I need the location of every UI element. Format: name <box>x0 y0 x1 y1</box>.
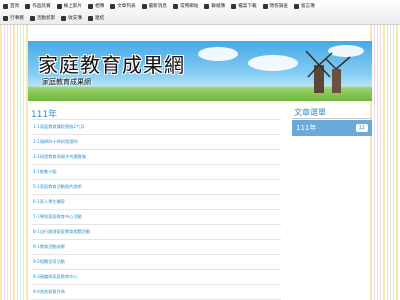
sidebar-item-111[interactable]: 111年 12 <box>292 120 372 136</box>
divider <box>292 118 372 119</box>
list-icon <box>110 3 116 9</box>
list-item[interactable]: 5-1家庭教育活動照片說明 <box>31 180 281 195</box>
comment-icon <box>293 3 299 9</box>
calendar-icon <box>3 15 8 21</box>
nav-label: 文章列表 <box>117 4 136 9</box>
sidebar-item-label: 111年 <box>296 124 317 132</box>
nav-label: 最新消息 <box>148 4 167 9</box>
nav-item-guestbook[interactable]: 留言簿 <box>291 0 318 12</box>
nav-label: 連結 <box>94 16 105 21</box>
nav-item-download[interactable]: 檔案下載 <box>228 0 259 12</box>
sidebar-title: 文章選單 <box>294 108 326 117</box>
cloud <box>248 55 298 71</box>
nav-label: 活動剪影 <box>36 16 56 21</box>
nav-label: 聯絡簿 <box>211 4 226 9</box>
nav-item-activity[interactable]: 活動剪影 <box>27 12 58 24</box>
list-item[interactable]: 2-1親師四十時研習證明 <box>31 135 281 150</box>
nav-row-2: 行事曆 活動剪影 收支簿 連結 <box>0 12 107 24</box>
nav-item-links[interactable]: 常用網站 <box>170 0 201 12</box>
nav-item-link[interactable]: 連結 <box>85 12 107 24</box>
nav-label: 留言簿 <box>300 4 315 9</box>
question-icon <box>262 3 268 9</box>
nav-label: 檔案下載 <box>238 4 257 9</box>
news-icon <box>141 3 147 9</box>
camera-icon <box>29 15 35 21</box>
list-item[interactable]: 9-3親職與家庭教育中心 <box>31 270 281 285</box>
nav-item-articles[interactable]: 文章列表 <box>107 0 138 12</box>
list-item[interactable]: 8-1自行辦理家庭教育相關活動 <box>31 225 281 240</box>
nav-item-calendar[interactable]: 行事曆 <box>0 12 27 24</box>
nav-label: 常用網站 <box>179 4 199 9</box>
banner: 家庭教育成果網 家庭教育成果網 <box>28 41 372 101</box>
image-icon <box>25 3 31 9</box>
nav-label: 行事曆 <box>10 16 24 21</box>
list-item[interactable]: 7-1學校家庭教育中心活動 <box>31 210 281 225</box>
nav-label: 問卷調查 <box>269 4 288 9</box>
video-icon <box>56 3 62 9</box>
nav-label: 相簿 <box>94 4 105 9</box>
nav-item-news[interactable]: 最新消息 <box>139 0 170 12</box>
decorative-stripes-right <box>370 25 400 300</box>
nav-item-gallery[interactable]: 作品欣賞 <box>22 0 53 12</box>
count-badge: 12 <box>355 124 368 132</box>
post-list: 1-1家庭教育課程實施2六月 2-1親師四十時研習證明 3-1研習教育與親子共讀… <box>31 119 281 300</box>
banner-title: 家庭教育成果網 <box>38 53 185 77</box>
windmill-icon <box>305 50 351 93</box>
nav-label: 收支簿 <box>68 16 82 21</box>
list-item[interactable]: 6-1家人學生輔導 <box>31 195 281 210</box>
nav-item-accounts[interactable]: 收支簿 <box>58 12 85 24</box>
top-navigation: 首頁 作品欣賞 線上影片 相簿 文章列表 最新消息 常用網站 聯絡簿 檔案下載 … <box>0 0 400 25</box>
nav-item-video[interactable]: 線上影片 <box>54 0 85 12</box>
photo-icon <box>87 3 93 9</box>
list-item[interactable]: 9-4其他創意作為 <box>31 285 281 300</box>
link-icon <box>87 15 93 21</box>
globe-icon <box>172 3 178 9</box>
cloud <box>198 47 238 61</box>
decorative-stripes-left <box>0 25 30 300</box>
nav-label: 首頁 <box>10 4 20 9</box>
list-item[interactable]: 3-1研習教育與親子共讀實施 <box>31 150 281 165</box>
list-item[interactable]: 4-1推動小組 <box>31 165 281 180</box>
nav-row-1: 首頁 作品欣賞 線上影片 相簿 文章列表 最新消息 常用網站 聯絡簿 檔案下載 … <box>0 0 318 12</box>
nav-item-contact[interactable]: 聯絡簿 <box>201 0 228 12</box>
list-item[interactable]: 9-1教育活動成果 <box>31 240 281 255</box>
home-icon <box>3 3 8 9</box>
contact-icon <box>204 3 210 9</box>
banner-subtitle: 家庭教育成果網 <box>42 78 91 86</box>
nav-item-home[interactable]: 首頁 <box>0 0 22 12</box>
nav-item-album[interactable]: 相簿 <box>85 0 107 12</box>
nav-label: 線上影片 <box>63 4 82 9</box>
list-item[interactable]: 1-1家庭教育課程實施2六月 <box>31 119 281 135</box>
nav-item-survey[interactable]: 問卷調查 <box>260 0 291 12</box>
download-icon <box>231 3 237 9</box>
nav-label: 作品欣賞 <box>32 4 51 9</box>
list-item[interactable]: 9-2相關宣導活動 <box>31 255 281 270</box>
money-icon <box>61 15 67 21</box>
